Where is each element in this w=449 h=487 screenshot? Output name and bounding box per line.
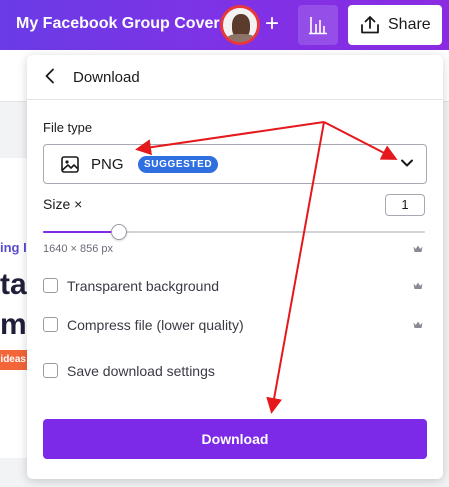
canvas-text-fragment: ing I	[0, 240, 27, 255]
transparent-background-checkbox[interactable]	[43, 278, 58, 293]
compress-file-checkbox[interactable]	[43, 317, 58, 332]
top-bar: My Facebook Group Cover + Share	[0, 0, 449, 50]
size-slider-thumb[interactable]	[111, 224, 127, 240]
option-label: Save download settings	[67, 363, 215, 379]
output-dimensions: 1640 × 856 px	[43, 243, 114, 255]
canvas-tag-fragment: ideas	[0, 350, 28, 370]
download-panel: Download File type PNG SUGGESTED Size × …	[27, 55, 443, 479]
user-avatar[interactable]	[220, 5, 260, 45]
chevron-left-icon	[45, 68, 54, 84]
crown-icon	[413, 245, 423, 253]
file-type-select[interactable]: PNG SUGGESTED	[43, 144, 427, 184]
back-button[interactable]	[39, 65, 63, 89]
crown-icon	[413, 282, 423, 290]
save-download-settings-checkbox[interactable]	[43, 363, 58, 378]
file-type-value: PNG	[91, 156, 124, 173]
panel-title: Download	[73, 69, 140, 86]
chevron-down-icon	[401, 159, 413, 167]
size-label: Size ×	[43, 196, 83, 212]
share-label: Share	[388, 16, 431, 33]
download-button[interactable]: Download	[43, 419, 427, 459]
upload-icon	[361, 16, 379, 34]
crown-icon	[413, 321, 423, 329]
image-icon	[61, 156, 79, 173]
panel-header: Download	[27, 55, 443, 100]
size-slider-track[interactable]	[43, 231, 425, 233]
design-title[interactable]: My Facebook Group Cover	[16, 15, 220, 33]
suggested-badge: SUGGESTED	[138, 156, 219, 173]
option-label: Compress file (lower quality)	[67, 317, 244, 333]
option-label: Transparent background	[67, 278, 220, 294]
insights-button[interactable]	[298, 5, 338, 45]
bar-chart-icon	[309, 17, 327, 35]
size-slider-fill	[43, 231, 119, 233]
avatar-body	[226, 34, 256, 42]
size-input[interactable]: 1	[385, 194, 425, 216]
file-type-label: File type	[43, 120, 93, 135]
add-collaborator-button[interactable]: +	[258, 10, 286, 38]
share-button[interactable]: Share	[348, 5, 442, 45]
